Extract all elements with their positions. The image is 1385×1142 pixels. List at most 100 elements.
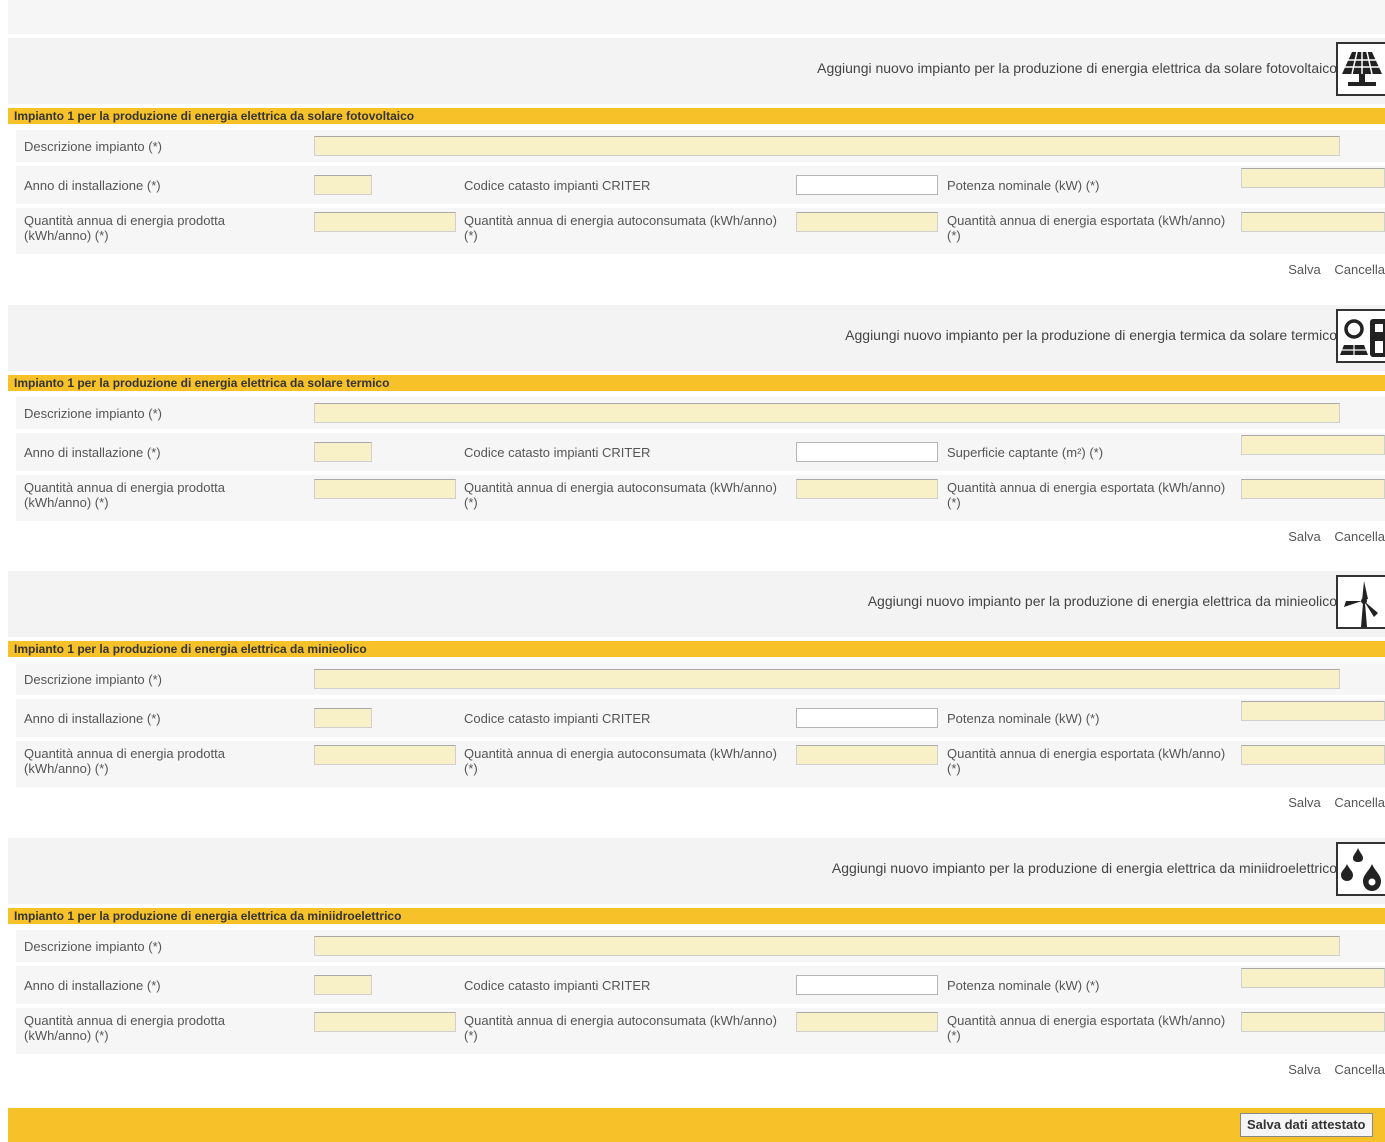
save-attestato-button[interactable]: Salva dati attestato [1240, 1113, 1373, 1137]
add-solare-termico-link[interactable]: Aggiungi nuovo impianto per la produzion… [845, 327, 1337, 343]
add-row: Aggiungi nuovo impianto per la produzion… [8, 38, 1385, 104]
energia-prodotta-label: Quantità annua di energia prodotta (kWh/… [24, 1013, 225, 1043]
descrizione-input[interactable] [314, 936, 1340, 956]
codice-criter-label: Codice catasto impianti CRITER [464, 711, 651, 726]
energia-prodotta-label: Quantità annua di energia prodotta (kWh/… [24, 213, 225, 243]
anno-label: Anno di installazione (*) [24, 445, 161, 460]
anno-input[interactable] [314, 175, 372, 195]
form-row-descrizione: Descrizione impianto (*) [16, 930, 1385, 962]
section-header: Impianto 1 per la produzione di energia … [8, 908, 1385, 924]
energia-prodotta-input[interactable] [314, 1012, 456, 1032]
superficie-captante-input[interactable] [1241, 435, 1385, 455]
potenza-label: Potenza nominale (kW) (*) [947, 978, 1100, 993]
codice-criter-input[interactable] [796, 708, 938, 728]
descrizione-input[interactable] [314, 403, 1340, 423]
potenza-label: Potenza nominale (kW) (*) [947, 178, 1100, 193]
superficie-captante-label: Superficie captante (m²) (*) [947, 445, 1104, 460]
descrizione-input[interactable] [314, 136, 1340, 156]
add-minieolico-button[interactable] [1336, 575, 1385, 629]
form-actions: Salva Cancella [1278, 529, 1385, 544]
section-header: Impianto 1 per la produzione di energia … [8, 641, 1385, 657]
solar-panel-icon [1342, 51, 1382, 86]
form-row-descrizione: Descrizione impianto (*) [16, 130, 1385, 162]
section-miniidroelettrico: Aggiungi nuovo impianto per la produzion… [8, 838, 1385, 1094]
section-header: Impianto 1 per la produzione di energia … [8, 108, 1385, 124]
solar-thermal-icon [1340, 319, 1385, 357]
energia-prodotta-input[interactable] [314, 479, 456, 499]
codice-criter-label: Codice catasto impianti CRITER [464, 978, 651, 993]
potenza-label: Potenza nominale (kW) (*) [947, 711, 1100, 726]
form-row-quantita: Quantità annua di energia prodotta (kWh/… [16, 475, 1385, 521]
codice-criter-input[interactable] [796, 442, 938, 462]
form-actions: Salva Cancella [1278, 262, 1385, 277]
anno-input[interactable] [314, 975, 372, 995]
energia-prodotta-label: Quantità annua di energia prodotta (kWh/… [24, 480, 225, 510]
form-row-anno: Anno di installazione (*) Codice catasto… [16, 699, 1385, 737]
codice-criter-input[interactable] [796, 175, 938, 195]
add-row: Aggiungi nuovo impianto per la produzion… [8, 305, 1385, 371]
energia-autoconsumata-label: Quantità annua di energia autoconsumata … [464, 213, 777, 243]
descrizione-label: Descrizione impianto (*) [24, 939, 162, 954]
add-fotovoltaico-button[interactable] [1336, 42, 1385, 96]
add-solare-termico-button[interactable] [1336, 309, 1385, 363]
cancel-link[interactable]: Cancella [1334, 262, 1385, 277]
energia-autoconsumata-input[interactable] [796, 1012, 938, 1032]
section-fotovoltaico: Aggiungi nuovo impianto per la produzion… [8, 38, 1385, 294]
potenza-input[interactable] [1241, 168, 1385, 188]
cancel-link[interactable]: Cancella [1334, 529, 1385, 544]
form-row-anno: Anno di installazione (*) Codice catasto… [16, 966, 1385, 1004]
energia-autoconsumata-input[interactable] [796, 479, 938, 499]
form-row-descrizione: Descrizione impianto (*) [16, 663, 1385, 695]
top-strip [8, 0, 1385, 34]
footer-bar: Salva dati attestato [8, 1108, 1385, 1142]
form-row-quantita: Quantità annua di energia prodotta (kWh/… [16, 208, 1385, 254]
energia-esportata-input[interactable] [1241, 745, 1385, 765]
water-drops-icon [1341, 848, 1381, 891]
add-fotovoltaico-link[interactable]: Aggiungi nuovo impianto per la produzion… [817, 60, 1337, 76]
anno-label: Anno di installazione (*) [24, 711, 161, 726]
wind-turbine-icon [1344, 581, 1378, 627]
energia-autoconsumata-input[interactable] [796, 212, 938, 232]
energia-prodotta-label: Quantità annua di energia prodotta (kWh/… [24, 746, 225, 776]
energia-autoconsumata-input[interactable] [796, 745, 938, 765]
section-minieolico: Aggiungi nuovo impianto per la produzion… [8, 571, 1385, 827]
energia-autoconsumata-label: Quantità annua di energia autoconsumata … [464, 746, 777, 776]
page: Aggiungi nuovo impianto per la produzion… [0, 0, 1385, 1142]
anno-label: Anno di installazione (*) [24, 978, 161, 993]
energia-esportata-label: Quantità annua di energia esportata (kWh… [947, 213, 1226, 243]
add-miniidroelettrico-button[interactable] [1336, 842, 1385, 896]
codice-criter-label: Codice catasto impianti CRITER [464, 445, 651, 460]
anno-input[interactable] [314, 708, 372, 728]
potenza-input[interactable] [1241, 968, 1385, 988]
codice-criter-input[interactable] [796, 975, 938, 995]
energia-esportata-label: Quantità annua di energia esportata (kWh… [947, 1013, 1226, 1043]
add-miniidroelettrico-link[interactable]: Aggiungi nuovo impianto per la produzion… [832, 860, 1337, 876]
save-link[interactable]: Salva [1288, 1062, 1321, 1077]
anno-input[interactable] [314, 442, 372, 462]
add-minieolico-link[interactable]: Aggiungi nuovo impianto per la produzion… [868, 593, 1337, 609]
energia-esportata-input[interactable] [1241, 1012, 1385, 1032]
energia-esportata-input[interactable] [1241, 212, 1385, 232]
descrizione-label: Descrizione impianto (*) [24, 406, 162, 421]
form-row-anno: Anno di installazione (*) Codice catasto… [16, 433, 1385, 471]
save-link[interactable]: Salva [1288, 529, 1321, 544]
energia-prodotta-input[interactable] [314, 745, 456, 765]
section-header: Impianto 1 per la produzione di energia … [8, 375, 1385, 391]
add-row: Aggiungi nuovo impianto per la produzion… [8, 838, 1385, 904]
section-solare-termico: Aggiungi nuovo impianto per la produzion… [8, 305, 1385, 561]
energia-prodotta-input[interactable] [314, 212, 456, 232]
descrizione-label: Descrizione impianto (*) [24, 139, 162, 154]
form-row-quantita: Quantità annua di energia prodotta (kWh/… [16, 741, 1385, 787]
descrizione-label: Descrizione impianto (*) [24, 672, 162, 687]
save-link[interactable]: Salva [1288, 262, 1321, 277]
cancel-link[interactable]: Cancella [1334, 1062, 1385, 1077]
anno-label: Anno di installazione (*) [24, 178, 161, 193]
descrizione-input[interactable] [314, 669, 1340, 689]
energia-esportata-label: Quantità annua di energia esportata (kWh… [947, 480, 1226, 510]
form-row-descrizione: Descrizione impianto (*) [16, 397, 1385, 429]
cancel-link[interactable]: Cancella [1334, 795, 1385, 810]
save-link[interactable]: Salva [1288, 795, 1321, 810]
energia-esportata-input[interactable] [1241, 479, 1385, 499]
form-row-anno: Anno di installazione (*) Codice catasto… [16, 166, 1385, 204]
potenza-input[interactable] [1241, 701, 1385, 721]
